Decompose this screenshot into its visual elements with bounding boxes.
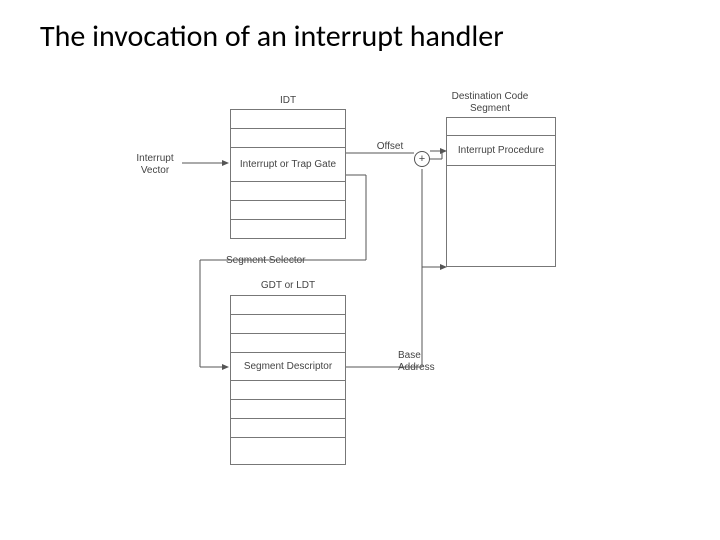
dest-code-segment-label: Destination Code Segment — [440, 91, 540, 115]
diagram-canvas: IDT Interrupt or Trap Gate Interrupt Vec… — [130, 95, 590, 515]
segment-selector-label: Segment Selector — [226, 255, 326, 267]
segment-descriptor-cell: Segment Descriptor — [231, 353, 345, 381]
idt-table: Interrupt or Trap Gate — [230, 109, 346, 239]
idt-label: IDT — [238, 95, 338, 107]
gdt-ldt-table: Segment Descriptor — [230, 295, 346, 465]
interrupt-vector-label: Interrupt Vector — [130, 153, 180, 177]
gdt-ldt-label: GDT or LDT — [238, 280, 338, 292]
dest-code-segment-box: Interrupt Procedure — [446, 117, 556, 267]
offset-label: Offset — [370, 141, 410, 153]
page-title: The invocation of an interrupt handler — [40, 18, 504, 55]
base-address-label: Base Address — [398, 350, 458, 374]
plus-icon: + — [414, 151, 430, 167]
interrupt-procedure-cell: Interrupt Procedure — [447, 136, 555, 166]
gate-cell: Interrupt or Trap Gate — [231, 148, 345, 182]
